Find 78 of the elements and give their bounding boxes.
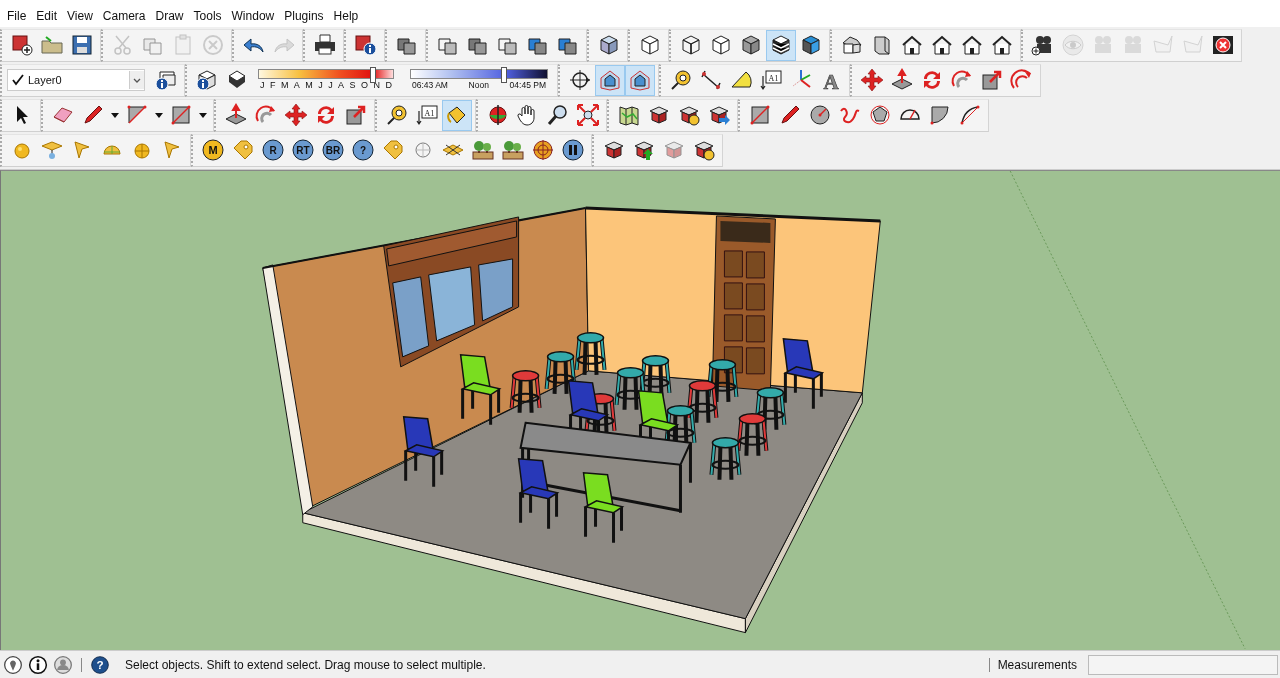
circle-icon	[808, 103, 832, 128]
house-cube-button[interactable]	[625, 64, 655, 96]
paint-bucket-button[interactable]	[442, 99, 472, 131]
measurements-label: Measurements	[997, 657, 1077, 672]
striped-cube-button[interactable]	[766, 29, 796, 61]
house-icon	[960, 33, 984, 58]
help-icon[interactable]: ?	[90, 654, 110, 675]
slider-thumb[interactable]	[501, 67, 508, 84]
map-icon	[617, 103, 641, 128]
new-model-icon	[10, 33, 34, 58]
month-label: J	[318, 80, 323, 92]
info-cube-icon	[195, 68, 219, 93]
house-icon	[900, 33, 924, 58]
eye-icon	[1061, 33, 1085, 58]
month-label: F	[269, 80, 276, 92]
user-icon	[53, 654, 73, 675]
menu-item[interactable]: Help	[328, 7, 364, 26]
menu-item[interactable]: Edit	[31, 7, 63, 26]
polygon-icon	[868, 103, 892, 128]
crosshair-icon	[568, 68, 592, 93]
3d-viewport[interactable]	[0, 169, 1280, 651]
time-slider-track[interactable]	[410, 69, 548, 80]
model-info-icon	[354, 33, 378, 58]
house-cube-icon	[628, 68, 652, 93]
move-icon	[284, 103, 308, 128]
house-cube-icon	[598, 68, 622, 93]
pause-icon	[561, 138, 585, 163]
info-icon	[28, 654, 48, 675]
landscape-icon	[501, 138, 525, 163]
scale-icon	[344, 103, 368, 128]
month-label: M	[305, 80, 313, 92]
menu-item[interactable]: Window	[226, 7, 280, 26]
caret-icon	[111, 112, 119, 118]
month-label: D	[385, 80, 392, 92]
menu-item[interactable]: Plugins	[279, 7, 329, 26]
menu-item[interactable]: Camera	[97, 7, 151, 26]
status-message: Select objects. Shift to extend select. Drag mouse to select multiple.	[125, 657, 486, 672]
month-label: S	[349, 80, 356, 92]
move-icon	[860, 68, 884, 93]
cube-outline-icon	[709, 33, 733, 58]
time-label: Noon	[468, 80, 489, 92]
caret-icon	[155, 112, 163, 118]
layer-dropdown[interactable]: Layer0	[7, 69, 145, 92]
landscape-icon	[471, 138, 495, 163]
layer-info-icon	[154, 68, 178, 93]
house-icon	[990, 33, 1014, 58]
search-icon	[546, 103, 570, 128]
house-icon	[930, 33, 954, 58]
menu-item[interactable]: Draw	[150, 7, 189, 26]
shaded-cube-icon	[739, 33, 763, 58]
iso-cube-icon	[597, 33, 621, 58]
cube-outline-icon	[638, 33, 662, 58]
target-icon	[531, 138, 555, 163]
striped-cube-icon	[769, 33, 793, 58]
scale-icon	[980, 68, 1004, 93]
month-label: O	[361, 80, 368, 92]
menu-item[interactable]: View	[62, 7, 98, 26]
measurements-field[interactable]	[1088, 654, 1278, 675]
slider-thumb[interactable]	[369, 67, 376, 84]
wire-cube-icon	[679, 33, 703, 58]
month-label: A	[338, 80, 345, 92]
time-label: 06:43 AM	[412, 80, 448, 92]
orbit-icon	[486, 103, 510, 128]
printer-icon	[313, 33, 337, 58]
month-label: J	[260, 80, 265, 92]
location-pin-icon	[3, 654, 23, 675]
erase-circle-icon	[201, 33, 225, 58]
zoom-extents-icon	[576, 103, 600, 128]
house-cube-button[interactable]	[595, 64, 625, 96]
textured-cube-icon	[799, 33, 823, 58]
month-label: A	[293, 80, 300, 92]
time-label: 04:45 PM	[509, 80, 546, 92]
menu-item[interactable]: Tools	[188, 7, 227, 26]
menu-item[interactable]: File	[2, 7, 32, 26]
month-label: J	[328, 80, 333, 92]
month-slider-track[interactable]	[258, 69, 394, 80]
caret-icon	[199, 112, 207, 118]
month-label: M	[280, 80, 289, 92]
